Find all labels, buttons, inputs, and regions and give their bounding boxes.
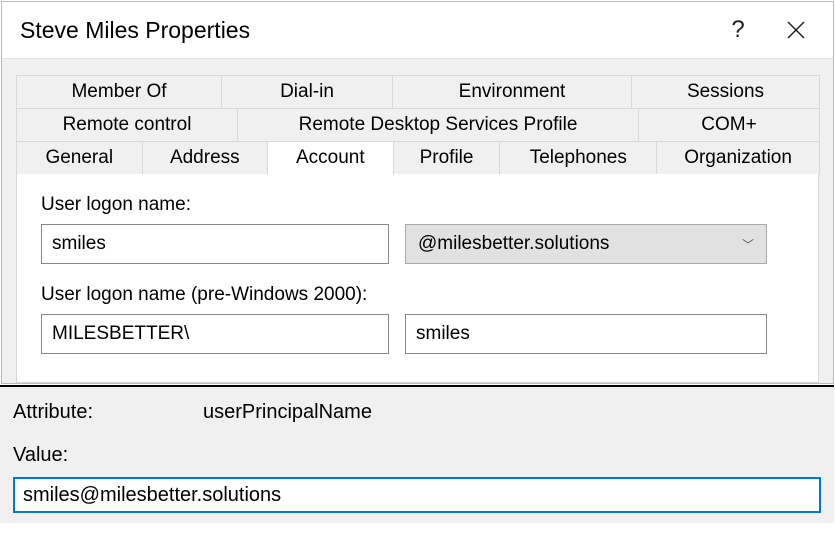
tab-sessions[interactable]: Sessions xyxy=(631,75,820,109)
logon-name-input[interactable] xyxy=(41,224,389,264)
tab-dial-in[interactable]: Dial-in xyxy=(221,75,393,109)
attribute-name: userPrincipalName xyxy=(203,401,372,424)
domain-suffix-value: @milesbetter.solutions xyxy=(418,233,609,255)
attribute-editor-panel: Attribute: userPrincipalName Value: xyxy=(0,385,834,523)
prewin2000-user-input[interactable] xyxy=(405,314,767,354)
attribute-row: Attribute: userPrincipalName xyxy=(13,401,820,424)
tab-address[interactable]: Address xyxy=(142,141,269,175)
tab-com-plus[interactable]: COM+ xyxy=(638,108,820,142)
chevron-down-icon: ﹀ xyxy=(742,236,754,253)
close-icon xyxy=(787,21,805,39)
tab-row-3: General Address Account Profile Telephon… xyxy=(16,141,819,174)
prewin2000-domain-input[interactable] xyxy=(41,314,389,354)
tab-rows: Member Of Dial-in Environment Sessions R… xyxy=(16,75,819,174)
value-label: Value: xyxy=(13,444,820,467)
tab-profile[interactable]: Profile xyxy=(393,141,501,175)
help-icon: ? xyxy=(731,16,744,44)
tab-telephones[interactable]: Telephones xyxy=(499,141,657,175)
tab-general[interactable]: General xyxy=(16,141,143,175)
tab-row-2: Remote control Remote Desktop Services P… xyxy=(16,108,819,141)
window-title: Steve Miles Properties xyxy=(20,17,709,44)
close-button[interactable] xyxy=(767,2,825,58)
tab-remote-control[interactable]: Remote control xyxy=(16,108,238,142)
account-panel: User logon name: @milesbetter.solutions … xyxy=(16,174,819,383)
prewin2000-label: User logon name (pre-Windows 2000): xyxy=(41,284,794,306)
tab-row-1: Member Of Dial-in Environment Sessions xyxy=(16,75,819,108)
prewin2000-row xyxy=(41,314,794,354)
titlebar: Steve Miles Properties ? xyxy=(2,2,833,58)
tabs-area: Member Of Dial-in Environment Sessions R… xyxy=(2,58,833,383)
properties-dialog: Steve Miles Properties ? Member Of Dial-… xyxy=(1,1,834,384)
logon-name-row: @milesbetter.solutions ﹀ xyxy=(41,224,794,264)
tab-account[interactable]: Account xyxy=(267,141,394,175)
attribute-value-input[interactable] xyxy=(13,477,821,513)
attribute-label: Attribute: xyxy=(13,401,203,424)
tab-environment[interactable]: Environment xyxy=(392,75,632,109)
tab-organization[interactable]: Organization xyxy=(656,141,820,175)
logon-name-label: User logon name: xyxy=(41,194,794,216)
tab-rds-profile[interactable]: Remote Desktop Services Profile xyxy=(237,108,639,142)
help-button[interactable]: ? xyxy=(709,2,767,58)
domain-suffix-dropdown[interactable]: @milesbetter.solutions ﹀ xyxy=(405,224,767,264)
tab-member-of[interactable]: Member Of xyxy=(16,75,222,109)
